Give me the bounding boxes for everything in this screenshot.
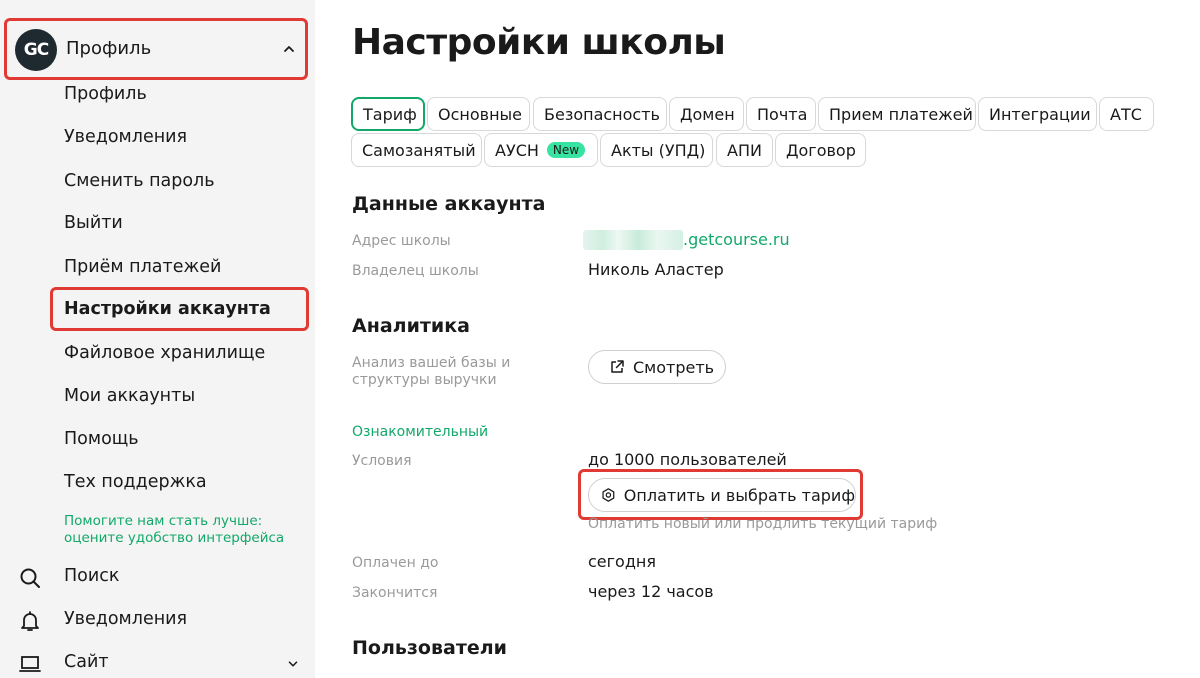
feedback-link[interactable]: Помогите нам стать лучше: оцените удобст… xyxy=(64,513,284,547)
conditions-value: до 1000 пользователей xyxy=(588,450,787,469)
tab-payments[interactable]: Прием платежей xyxy=(818,97,976,131)
nav-site[interactable]: Сайт xyxy=(0,648,315,678)
tab-label: АТС xyxy=(1110,104,1142,124)
account-section-title: Данные аккаунта xyxy=(352,193,546,215)
analytics-label-line-1: Анализ вашей базы и xyxy=(352,355,511,371)
ends-label: Закончится xyxy=(352,585,438,601)
tab-integrations[interactable]: Интеграции xyxy=(978,97,1097,131)
sidebar-item-tech-support[interactable]: Тех поддержка xyxy=(64,471,207,493)
tab-label: Интеграции xyxy=(989,104,1091,124)
avatar-text: GC xyxy=(23,40,49,60)
tab-contract[interactable]: Договор xyxy=(775,133,866,167)
nav-search[interactable]: Поиск xyxy=(0,562,315,592)
new-badge: New xyxy=(546,142,586,158)
bell-icon xyxy=(21,611,39,631)
tab-label: АУСН xyxy=(495,140,539,160)
nav-search-label: Поиск xyxy=(64,566,120,586)
pay-and-choose-tariff-button[interactable]: Оплатить и выбрать тариф xyxy=(588,478,856,512)
tab-label: Основные xyxy=(438,104,523,124)
paid-until-label: Оплачен до xyxy=(352,555,439,571)
profile-label: Профиль xyxy=(66,38,152,59)
tab-label: Прием платежей xyxy=(829,104,973,124)
tab-label: Домен xyxy=(680,104,735,124)
plan-name: Ознакомительный xyxy=(352,424,489,440)
view-analytics-label: Смотреть xyxy=(633,357,715,377)
tab-ausn[interactable]: АУСН New xyxy=(484,133,598,167)
sidebar-item-account-settings[interactable]: Настройки аккаунта xyxy=(64,298,271,320)
sidebar-item-logout[interactable]: Выйти xyxy=(64,212,123,234)
external-link-icon xyxy=(611,360,624,373)
tab-domain[interactable]: Домен xyxy=(669,97,744,131)
tab-acts[interactable]: Акты (УПД) xyxy=(600,133,713,167)
tab-label: АПИ xyxy=(727,140,762,160)
owner-label: Владелец школы xyxy=(352,263,479,279)
chevron-down-icon xyxy=(288,661,298,667)
gear-icon xyxy=(602,488,615,502)
sidebar-item-profile[interactable]: Профиль xyxy=(64,83,147,105)
nav-notifications[interactable]: Уведомления xyxy=(0,605,315,635)
tab-ats[interactable]: АТС xyxy=(1099,97,1154,131)
tab-label: Договор xyxy=(786,140,856,160)
blurred-subdomain xyxy=(583,230,683,250)
paid-until-value: сегодня xyxy=(588,552,656,571)
sidebar-item-notifications[interactable]: Уведомления xyxy=(64,126,187,148)
ends-value: через 12 часов xyxy=(588,582,714,601)
analytics-label-line-2: структуры выручки xyxy=(352,372,497,388)
tab-label: Тариф xyxy=(363,104,417,124)
tab-label: Почта xyxy=(757,104,808,124)
chevron-up-icon xyxy=(284,46,294,52)
sidebar-item-file-storage[interactable]: Файловое хранилище xyxy=(64,342,265,364)
conditions-label: Условия xyxy=(352,453,412,469)
page-title: Настройки школы xyxy=(352,22,726,63)
owner-value: Николь Аластер xyxy=(588,260,724,279)
feedback-line-1: Помогите нам стать лучше: xyxy=(64,513,263,529)
view-analytics-button[interactable]: Смотреть xyxy=(588,350,726,384)
sidebar-item-change-password[interactable]: Сменить пароль xyxy=(64,170,215,192)
tab-mail[interactable]: Почта xyxy=(746,97,816,131)
nav-notifications-label: Уведомления xyxy=(64,609,188,629)
tab-security[interactable]: Безопасность xyxy=(533,97,667,131)
avatar: GC xyxy=(15,29,57,71)
tab-tariff[interactable]: Тариф xyxy=(351,97,425,131)
analytics-section-title: Аналитика xyxy=(352,315,470,337)
pay-button-label: Оплатить и выбрать тариф xyxy=(623,485,855,505)
tab-self-employed[interactable]: Самозанятый xyxy=(351,133,482,167)
tab-label: Акты (УПД) xyxy=(611,140,706,160)
sidebar: GC Профиль Профиль Уведомления Сменить п… xyxy=(0,0,315,678)
search-icon xyxy=(20,568,40,588)
school-address-label: Адрес школы xyxy=(352,233,451,249)
profile-menu-toggle[interactable]: GC Профиль xyxy=(4,18,308,80)
sidebar-item-my-accounts[interactable]: Мои аккаунты xyxy=(64,385,195,407)
laptop-icon xyxy=(19,656,41,672)
tab-api[interactable]: АПИ xyxy=(716,133,773,167)
sidebar-item-payments[interactable]: Приём платежей xyxy=(64,256,221,278)
tab-label: Безопасность xyxy=(544,104,660,124)
pay-hint: Оплатить новый или продлить текущий тари… xyxy=(588,516,938,532)
tab-label: Самозанятый xyxy=(362,140,476,160)
feedback-line-2: оцените удобство интерфейса xyxy=(64,530,285,546)
tab-general[interactable]: Основные xyxy=(427,97,530,131)
school-address-link[interactable]: .getcourse.ru xyxy=(683,230,790,249)
nav-site-label: Сайт xyxy=(64,652,109,672)
users-section-title: Пользователи xyxy=(352,637,507,659)
sidebar-item-help[interactable]: Помощь xyxy=(64,428,139,450)
